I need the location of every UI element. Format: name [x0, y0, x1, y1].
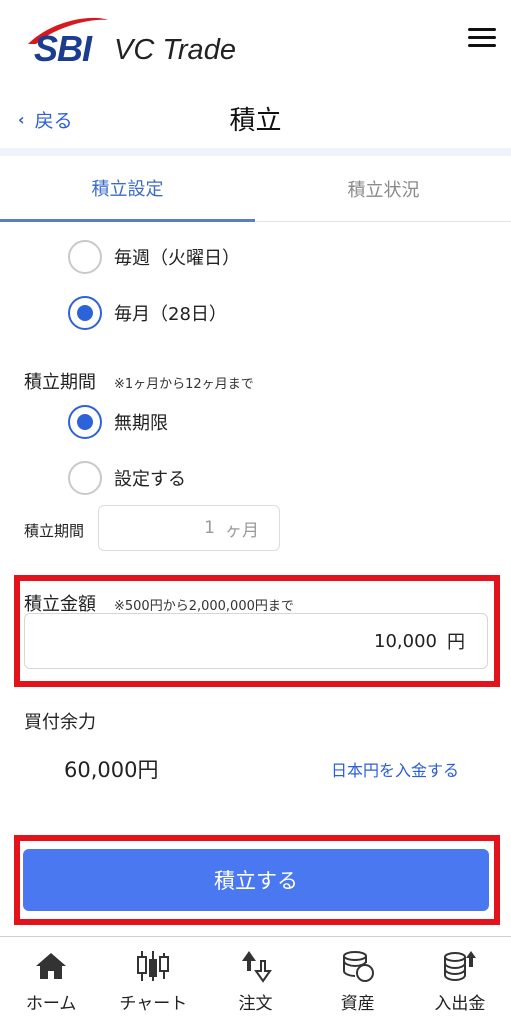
tab-settings[interactable]: 積立設定: [0, 156, 255, 222]
buying-power-title: 買付余力: [24, 712, 96, 733]
radio-weekly-button[interactable]: [68, 240, 102, 274]
radio-unlimited[interactable]: 無期限: [68, 405, 168, 439]
radio-weekly[interactable]: 毎週（火曜日）: [68, 240, 240, 274]
assets-icon: [338, 947, 378, 985]
nav-deposit-withdraw[interactable]: 入出金: [409, 937, 511, 1024]
nav-chart[interactable]: チャート: [102, 937, 204, 1024]
amount-value: 10,000: [374, 630, 437, 652]
deposit-jpy-link[interactable]: 日本円を入金する: [331, 757, 459, 781]
period-months-input[interactable]: 1 ヶ月: [98, 505, 280, 551]
page-title: 積立: [229, 106, 282, 136]
radio-custom-period-button[interactable]: [68, 461, 102, 495]
tab-bar: 積立設定 積立状況: [0, 156, 511, 222]
order-icon: [236, 947, 276, 985]
radio-unlimited-label: 無期限: [114, 413, 168, 434]
deposit-withdraw-icon: [440, 947, 480, 985]
hamburger-menu-icon[interactable]: [468, 28, 496, 52]
period-section-title: 積立期間 ※1ヶ月から12ヶ月まで: [24, 368, 254, 394]
amount-unit: 円: [447, 632, 465, 653]
period-note: ※1ヶ月から12ヶ月まで: [114, 377, 254, 392]
header-divider: [0, 148, 511, 156]
logo-vc-trade-text: VC Trade: [114, 34, 236, 66]
buying-power-value: 60,000円: [64, 758, 159, 782]
tab-status[interactable]: 積立状況: [256, 156, 511, 222]
nav-order-label: 注文: [238, 994, 273, 1014]
bottom-nav: ホーム チャート 注文 資産 入出金: [0, 936, 511, 1024]
nav-home[interactable]: ホーム: [0, 937, 102, 1024]
period-months-unit: ヶ月: [225, 520, 259, 541]
period-months-value: 1: [204, 518, 215, 538]
nav-assets-label: 資産: [340, 994, 375, 1014]
radio-weekly-label: 毎週（火曜日）: [114, 248, 240, 269]
home-icon: [31, 947, 71, 985]
submit-tsumitate-button[interactable]: 積立する: [23, 849, 489, 911]
nav-chart-label: チャート: [119, 994, 188, 1014]
chart-icon: [133, 947, 173, 985]
amount-note: ※500円から2,000,000円まで: [114, 599, 294, 614]
period-title: 積立期間: [24, 372, 96, 393]
nav-assets[interactable]: 資産: [307, 937, 409, 1024]
nav-home-label: ホーム: [25, 994, 77, 1014]
period-field-label: 積立期間: [24, 522, 85, 540]
radio-custom-period-label: 設定する: [114, 469, 186, 490]
radio-monthly-label: 毎月（28日）: [114, 304, 227, 325]
radio-monthly-button[interactable]: [68, 296, 102, 330]
radio-unlimited-button[interactable]: [68, 405, 102, 439]
amount-input[interactable]: 10,000 円: [24, 613, 488, 669]
page-header: ‹ 戻る 積立: [0, 86, 511, 148]
logo-sbi-text: SBI: [34, 28, 92, 69]
nav-deposit-withdraw-label: 入出金: [434, 994, 486, 1014]
radio-custom-period[interactable]: 設定する: [68, 461, 186, 495]
radio-monthly[interactable]: 毎月（28日）: [68, 296, 227, 330]
nav-order[interactable]: 注文: [204, 937, 306, 1024]
app-header: SBI VC Trade: [0, 0, 511, 86]
sbi-vc-trade-logo[interactable]: SBI VC Trade: [22, 14, 252, 74]
